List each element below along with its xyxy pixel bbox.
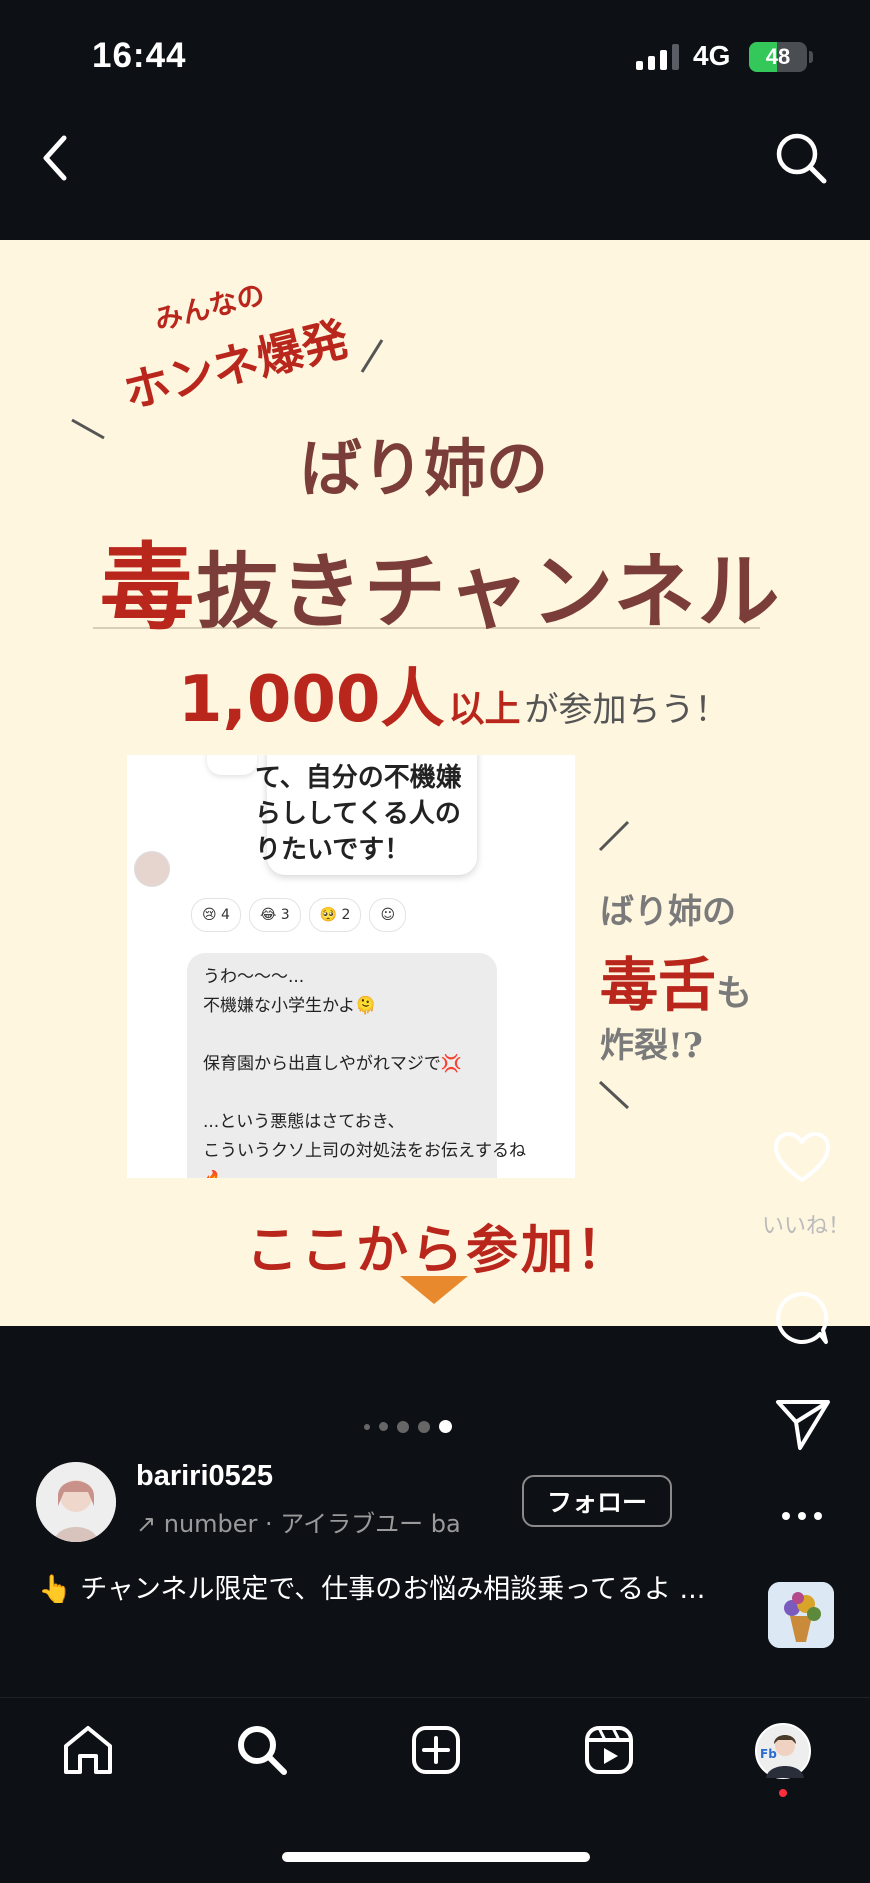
- reaction-chip: 😢 4: [191, 898, 241, 932]
- avatar-image: [36, 1462, 116, 1542]
- plus-square-icon[interactable]: [408, 1722, 464, 1778]
- side-line-2: 毒舌も: [600, 938, 752, 1022]
- member-count: 1,000人 以上 が参加ちう！: [178, 648, 728, 740]
- battery-cap: [809, 51, 813, 63]
- like-label: いいね！: [762, 1214, 851, 1239]
- search-icon[interactable]: [773, 130, 829, 186]
- cta-text: ここから参加！: [246, 1221, 632, 1281]
- reaction-add: ☺: [369, 898, 407, 932]
- battery-icon: 48: [749, 42, 807, 72]
- count-number: 1,000人: [178, 663, 445, 737]
- carousel-dots: [364, 1420, 452, 1433]
- flower-thumbnail-image: [768, 1582, 834, 1648]
- carousel-dot: [397, 1420, 409, 1433]
- title-accent: 毒: [100, 533, 197, 643]
- post-caption[interactable]: 👆 チャンネル限定で、仕事のお悩み相談乗ってるよ ...: [38, 1568, 718, 1612]
- signal-icon: [636, 44, 679, 70]
- search-tab-icon[interactable]: [234, 1722, 290, 1778]
- title-rest: 抜きチャンネル: [196, 544, 782, 640]
- side-mo: も: [716, 972, 753, 1014]
- side-accent: 毒舌: [600, 951, 717, 1019]
- carousel-dot: [418, 1420, 430, 1433]
- post-subtitle: ばり姉の: [300, 432, 549, 505]
- side-line-3: 炸裂!?: [600, 1026, 703, 1066]
- status-time: 16:44: [92, 36, 187, 75]
- status-bar: 16:44 4G 48: [0, 0, 870, 110]
- send-icon[interactable]: [770, 1390, 834, 1454]
- post-title: 毒抜きチャンネル: [100, 512, 782, 648]
- author-avatar[interactable]: [36, 1462, 116, 1542]
- notification-dot: [779, 1789, 787, 1797]
- network-label: 4G: [693, 40, 731, 71]
- reels-icon[interactable]: [581, 1722, 637, 1778]
- profile-avatar-icon[interactable]: Fb: [754, 1722, 812, 1780]
- chat-bubble-partial: [207, 755, 257, 775]
- heart-icon[interactable]: [770, 1126, 834, 1190]
- reaction-chip: 🥺 2: [308, 898, 362, 932]
- audio-thumbnail[interactable]: [768, 1582, 834, 1648]
- battery-level: 48: [765, 44, 791, 69]
- carousel-dot: [439, 1420, 452, 1433]
- home-icon[interactable]: [60, 1722, 116, 1778]
- count-rest: が参加ちう！: [524, 690, 729, 730]
- music-label[interactable]: ↗ number · アイラブユー ba: [136, 1504, 496, 1539]
- follow-button[interactable]: フォロー: [522, 1475, 672, 1527]
- reaction-row: 😢 4 😂 3 🥺 2 ☺: [191, 898, 407, 932]
- chat-screenshot: て、自分の不機嫌 らししてくる人の りたいです！ 😢 4 😂 3 🥺 2 ☺ う…: [127, 755, 575, 1178]
- carousel-dot: [364, 1423, 370, 1430]
- chat-question-text: て、自分の不機嫌 らししてくる人の りたいです！: [255, 763, 462, 865]
- comment-icon[interactable]: [770, 1286, 834, 1350]
- reaction-chip: 😂 3: [248, 898, 301, 932]
- count-ijo: 以上: [448, 689, 521, 730]
- home-indicator: [282, 1852, 590, 1862]
- chat-reply-text: うわ〜〜〜... 不機嫌な小学生かよ🫠 保育園から出直しやがれマジで💢 ...と…: [203, 967, 526, 1178]
- chat-avatar: [134, 851, 170, 887]
- chevron-left-icon[interactable]: [38, 130, 74, 186]
- carousel-dot: [379, 1422, 388, 1431]
- author-username[interactable]: bariri0525: [136, 1460, 273, 1493]
- svg-text:Fb: Fb: [760, 1747, 777, 1761]
- more-icon[interactable]: [770, 1484, 834, 1548]
- side-line-1: ばり姉の: [600, 892, 736, 932]
